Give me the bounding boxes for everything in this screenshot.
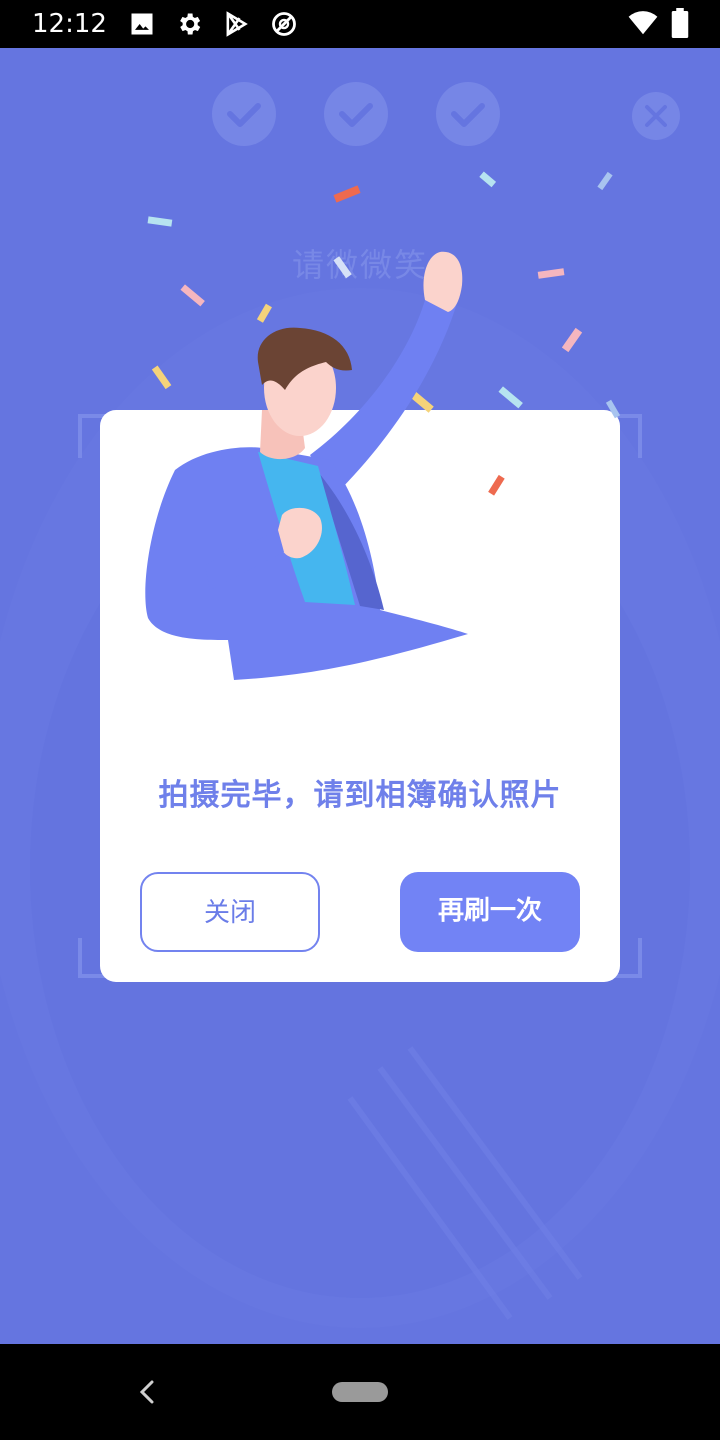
smile-prompt: 请微微笑 (291, 246, 428, 284)
wifi-icon (626, 8, 660, 42)
image-icon (128, 10, 156, 38)
status-bar: 12:12 (0, 0, 720, 48)
home-pill-icon[interactable] (332, 1382, 388, 1402)
retry-button[interactable]: 再刷一次 (400, 872, 580, 952)
play-store-icon (222, 10, 250, 38)
step-complete-icon (212, 82, 276, 146)
close-button[interactable]: 关闭 (140, 872, 320, 952)
location-off-icon (270, 10, 298, 38)
step-complete-icon (436, 82, 500, 146)
step-complete-icon (324, 82, 388, 146)
battery-icon (670, 8, 690, 42)
dialog-message: 拍摄完毕，请到相簿确认照片 (158, 778, 562, 813)
close-icon[interactable] (632, 92, 680, 140)
settings-icon (175, 10, 203, 38)
status-time: 12:12 (32, 9, 107, 39)
back-icon[interactable] (132, 1372, 164, 1412)
